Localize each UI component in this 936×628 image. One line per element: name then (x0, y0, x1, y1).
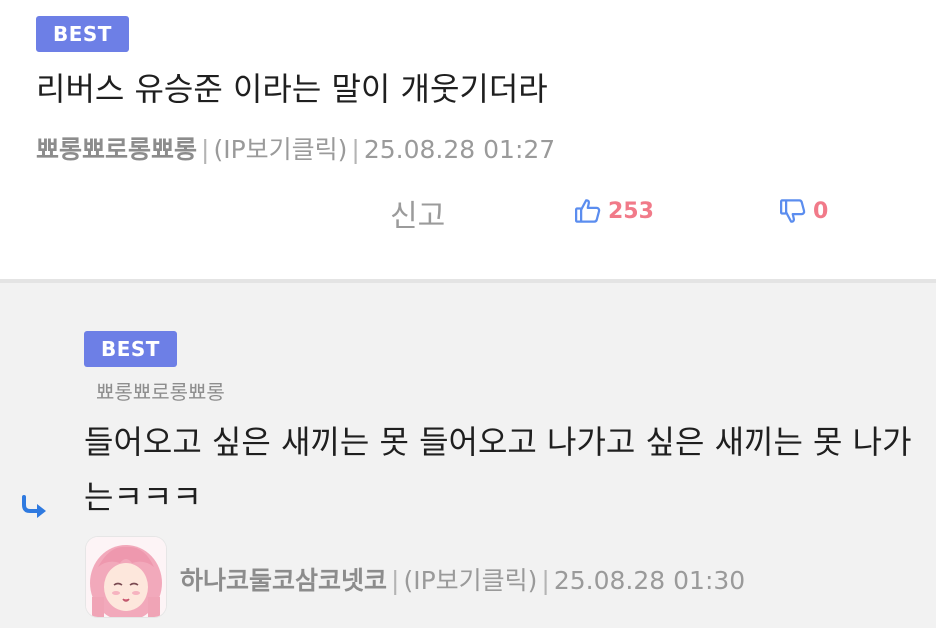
comment-author[interactable]: 뾰롱뾰로롱뾰롱 (36, 135, 197, 164)
upvote-count: 253 (608, 198, 654, 224)
best-reply: BEST 뾰롱뾰로롱뾰롱 들어오고 싶은 새끼는 못 들어오고 나가고 싶은 새… (0, 283, 936, 628)
thumbs-down-icon (778, 196, 808, 226)
reply-text: 들어오고 싶은 새끼는 못 들어오고 나가고 싶은 새끼는 못 나가는ㅋㅋㅋ (84, 423, 912, 516)
reply-timestamp: 25.08.28 01:30 (553, 566, 746, 595)
upvote-button[interactable]: 253 (573, 196, 654, 226)
best-badge: BEST (84, 331, 177, 367)
ip-link[interactable]: (IP보기클릭) (213, 135, 347, 164)
comment-text: 리버스 유승준 이라는 말이 개웃기더라 (36, 70, 548, 108)
reply-meta: 하나코둘코삼코넷코 | (IP보기클릭) | 25.08.28 01:30 (180, 561, 745, 597)
reply-author[interactable]: 하나코둘코삼코넷코 (180, 566, 387, 595)
best-badge: BEST (36, 16, 129, 52)
report-button[interactable]: 신고 (390, 191, 445, 235)
ip-link[interactable]: (IP보기클릭) (403, 566, 537, 595)
avatar[interactable] (86, 537, 166, 617)
downvote-button[interactable]: 0 (778, 196, 828, 226)
comment-timestamp: 25.08.28 01:27 (363, 135, 556, 164)
meta-separator: | (201, 135, 210, 164)
reply-to-author: 뾰롱뾰로롱뾰롱 (96, 380, 225, 404)
meta-separator: | (541, 566, 550, 595)
best-comment: BEST 리버스 유승준 이라는 말이 개웃기더라 뾰롱뾰로롱뾰롱 | (IP보기클… (0, 0, 936, 282)
meta-separator: | (351, 135, 360, 164)
reply-arrow-icon (20, 495, 50, 523)
meta-separator: | (391, 566, 400, 595)
comment-meta: 뾰롱뾰로롱뾰롱 | (IP보기클릭) | 25.08.28 01:27 (36, 130, 555, 166)
downvote-count: 0 (813, 198, 829, 224)
thumbs-up-icon (573, 196, 603, 226)
